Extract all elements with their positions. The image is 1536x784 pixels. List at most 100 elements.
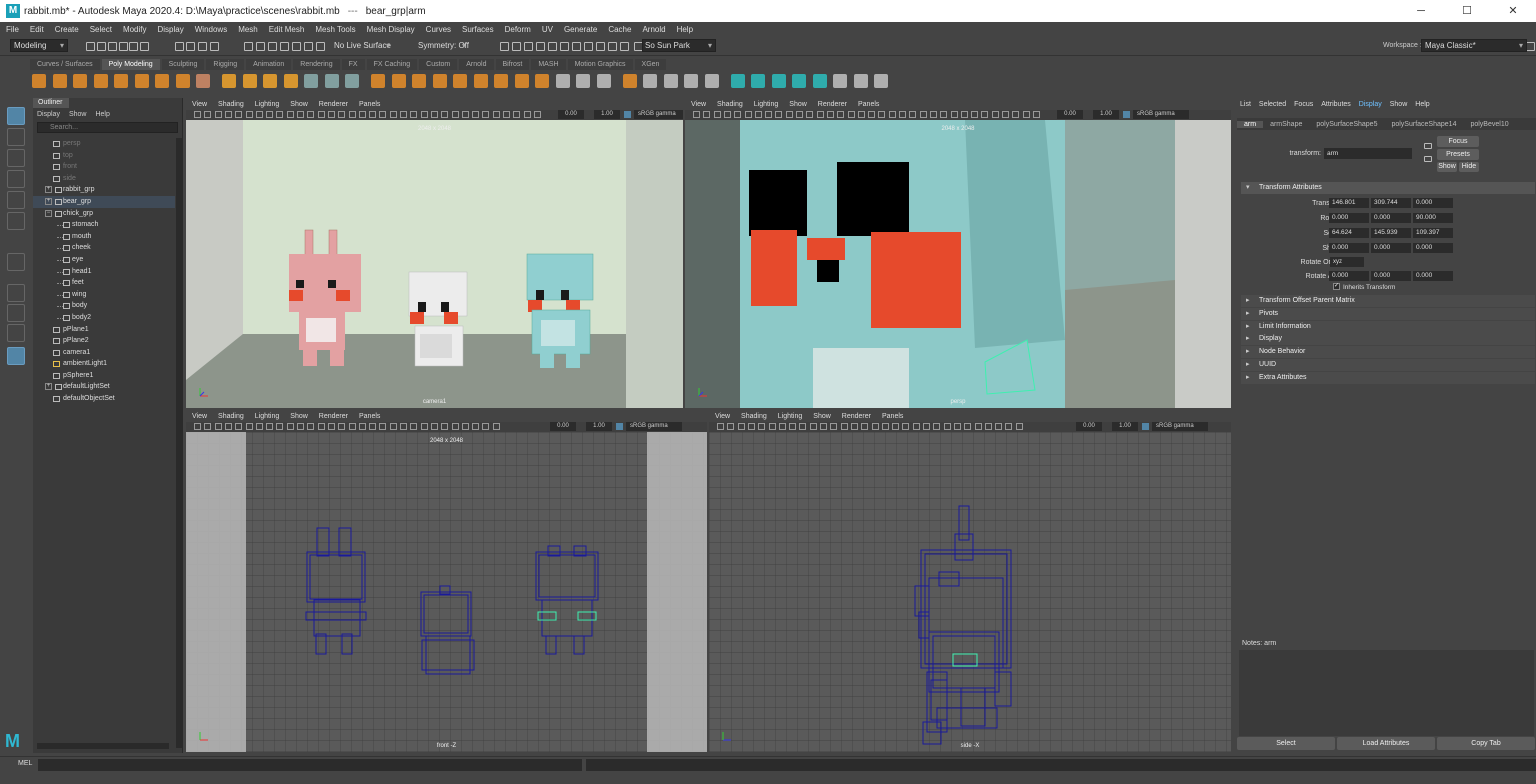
viewport-tool-icon[interactable] — [765, 111, 773, 118]
viewport-tool-icon[interactable] — [1012, 111, 1020, 118]
shelf-tab-custom[interactable]: Custom — [419, 59, 458, 70]
shelf-tool-icon[interactable] — [263, 74, 277, 88]
viewport-tool-icon[interactable] — [307, 111, 315, 118]
gamma-field[interactable]: 1.00 — [586, 422, 612, 431]
viewport-menu-renderer[interactable]: Renderer — [319, 101, 348, 108]
status-tool-icon[interactable] — [210, 42, 219, 51]
scale-tool-icon[interactable] — [7, 212, 25, 230]
front-viewport[interactable]: View Shading Lighting Show Renderer Panels 0.0… — [186, 410, 707, 752]
viewport-menu-renderer[interactable]: Renderer — [842, 413, 871, 420]
viewport-tool-icon[interactable] — [703, 111, 711, 118]
viewport-tool-icon[interactable] — [943, 423, 951, 430]
outliner-item-mouth[interactable]: mouth — [33, 231, 175, 243]
outliner-item-feet[interactable]: feet — [33, 277, 175, 289]
shelf-tool-icon[interactable] — [324, 74, 339, 88]
viewport-tool-icon[interactable] — [224, 423, 232, 430]
outliner-item-cheek[interactable]: cheek — [33, 242, 175, 254]
viewport-tool-icon[interactable] — [723, 111, 731, 118]
viewport-menu-panels[interactable]: Panels — [359, 413, 380, 420]
viewport-tool-icon[interactable] — [214, 423, 222, 430]
gamma-field[interactable]: 1.00 — [594, 110, 620, 119]
viewport-tool-icon[interactable] — [379, 423, 387, 430]
shelf-tool-icon[interactable] — [792, 74, 806, 88]
status-tool-icon[interactable] — [86, 42, 95, 51]
viewport-tool-icon[interactable] — [482, 111, 490, 118]
section-limit-information[interactable]: Limit Information — [1241, 320, 1535, 333]
viewport-tool-icon[interactable] — [255, 111, 263, 118]
viewport-tool-icon[interactable] — [348, 423, 356, 430]
viewport-tool-icon[interactable] — [902, 423, 910, 430]
shelf-tab-fx-caching[interactable]: FX Caching — [366, 59, 418, 70]
section-pivots[interactable]: Pivots — [1241, 307, 1535, 320]
viewport-tool-icon[interactable] — [717, 423, 724, 430]
viewport-tool-icon[interactable] — [734, 111, 742, 118]
expand-toggle-icon[interactable]: + — [45, 383, 52, 391]
shelf-tool-icon[interactable] — [222, 74, 236, 88]
shelf-tool-icon[interactable] — [242, 74, 257, 88]
show-button[interactable]: Show — [1437, 162, 1457, 172]
viewport-tool-icon[interactable] — [737, 423, 745, 430]
shelf-tool-icon[interactable] — [432, 74, 447, 88]
menu-mesh[interactable]: Mesh — [238, 25, 258, 34]
outliner-item-side[interactable]: side — [33, 173, 175, 185]
notes-textarea[interactable] — [1239, 650, 1534, 736]
maximize-button[interactable]: ☐ — [1444, 0, 1490, 22]
viewport-menu-renderer[interactable]: Renderer — [818, 101, 847, 108]
viewport-tool-icon[interactable] — [276, 111, 284, 118]
viewport-tool-icon[interactable] — [991, 111, 999, 118]
status-tool-icon[interactable] — [175, 42, 184, 51]
ae-node-tab-arm[interactable]: arm — [1237, 120, 1264, 128]
viewport-tool-icon[interactable] — [420, 111, 428, 118]
outliner-horizontal-scrollbar[interactable] — [37, 743, 169, 749]
status-tool-icon[interactable] — [119, 42, 128, 51]
viewport-tool-icon[interactable] — [389, 423, 397, 430]
viewport-tool-icon[interactable] — [400, 423, 407, 430]
viewport-menu-shading[interactable]: Shading — [717, 101, 743, 108]
viewport-tool-icon[interactable] — [297, 111, 304, 118]
paint-select-icon[interactable] — [7, 149, 25, 167]
shelf-tool-icon[interactable] — [853, 74, 868, 88]
load-attributes-button[interactable]: Load Attributes — [1337, 737, 1435, 750]
viewport-tool-icon[interactable] — [307, 423, 315, 430]
ae-menu-list[interactable]: List — [1240, 101, 1251, 108]
translate-x-field[interactable]: 146.801 — [1329, 198, 1369, 208]
status-tool-icon[interactable] — [596, 42, 605, 51]
viewport-tool-icon[interactable] — [204, 111, 212, 118]
viewport-tool-icon[interactable] — [940, 111, 948, 118]
viewport-tool-icon[interactable] — [338, 423, 346, 430]
viewport-tool-icon[interactable] — [451, 111, 459, 118]
viewport-tool-icon[interactable] — [847, 111, 855, 118]
single-pane-layout-icon[interactable] — [7, 284, 25, 302]
viewport-tool-icon[interactable] — [245, 111, 253, 118]
status-tool-icon[interactable] — [316, 42, 325, 51]
rotate-order-dropdown[interactable]: xyz — [1330, 257, 1364, 267]
shelf-tool-icon[interactable] — [391, 74, 406, 88]
shelf-tool-icon[interactable] — [453, 74, 467, 88]
viewport-tool-icon[interactable] — [1005, 423, 1013, 430]
viewport-tool-icon[interactable] — [348, 111, 356, 118]
viewport-tool-icon[interactable] — [971, 111, 979, 118]
shelf-tool-icon[interactable] — [494, 74, 508, 88]
shelf-tool-icon[interactable] — [93, 74, 108, 88]
outliner-item-camera1[interactable]: camera1 — [33, 347, 175, 359]
viewport-tool-icon[interactable] — [533, 111, 541, 118]
select-button[interactable]: Select — [1237, 737, 1335, 750]
viewport-tool-icon[interactable] — [286, 423, 294, 430]
status-tool-icon[interactable] — [292, 42, 301, 51]
viewport-tool-icon[interactable] — [420, 423, 428, 430]
viewport-tool-icon[interactable] — [492, 111, 500, 118]
viewport-menu-shading[interactable]: Shading — [218, 413, 244, 420]
menu-modify[interactable]: Modify — [123, 25, 147, 34]
shelf-tab-bifrost[interactable]: Bifrost — [495, 59, 530, 70]
viewport-tool-icon[interactable] — [850, 423, 858, 430]
gamma-field[interactable]: 1.00 — [1112, 422, 1138, 431]
status-tool-icon[interactable] — [620, 42, 629, 51]
minimize-button[interactable]: ─ — [1398, 0, 1444, 22]
viewport-tool-icon[interactable] — [789, 423, 797, 430]
ae-node-tab-polysurfaceshape14[interactable]: polySurfaceShape14 — [1384, 121, 1463, 128]
viewport-tool-icon[interactable] — [430, 111, 438, 118]
ae-menu-help[interactable]: Help — [1415, 101, 1429, 108]
viewport-tool-icon[interactable] — [953, 423, 961, 430]
close-button[interactable]: ✕ — [1490, 0, 1536, 22]
focus-button[interactable]: Focus — [1437, 136, 1479, 147]
